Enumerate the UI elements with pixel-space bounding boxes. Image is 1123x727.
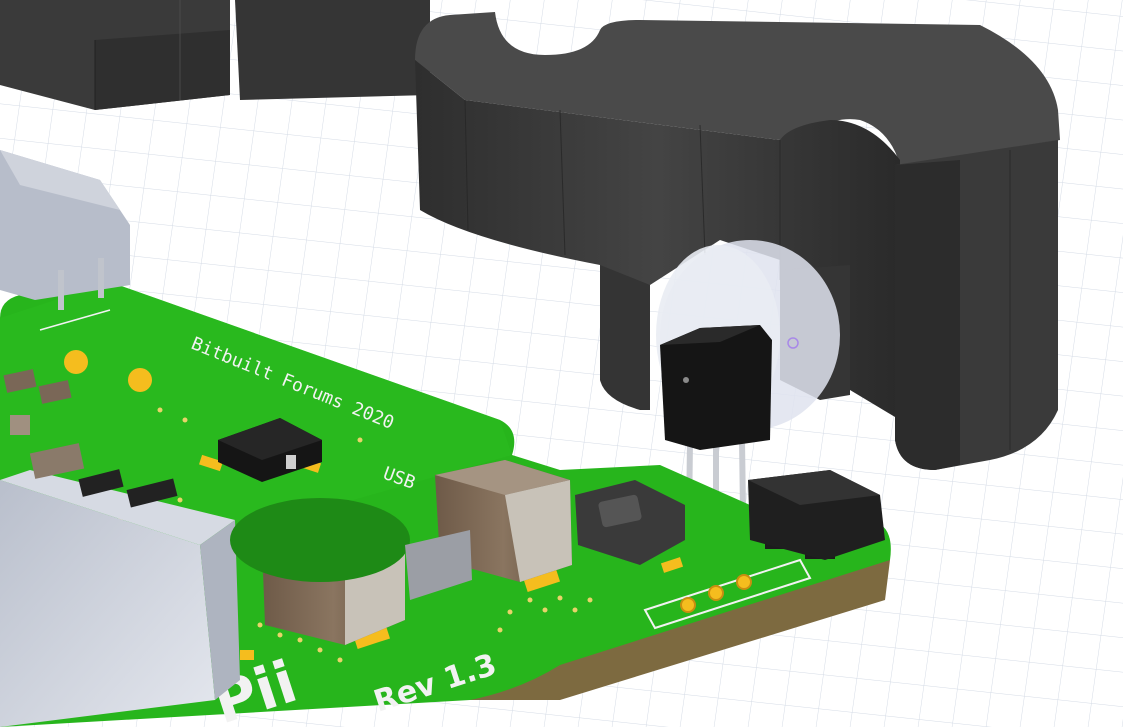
pcb-pad [64,350,88,374]
3d-model-scene[interactable]: Bitbuilt Forums 2020 USB Pii Rev 1.3 [0,0,1123,727]
mounting-hole [230,498,410,582]
cad-viewport[interactable]: Bitbuilt Forums 2020 USB Pii Rev 1.3 [0,0,1123,727]
pcb-pad [128,368,152,392]
bracket-left-part[interactable] [0,0,430,110]
